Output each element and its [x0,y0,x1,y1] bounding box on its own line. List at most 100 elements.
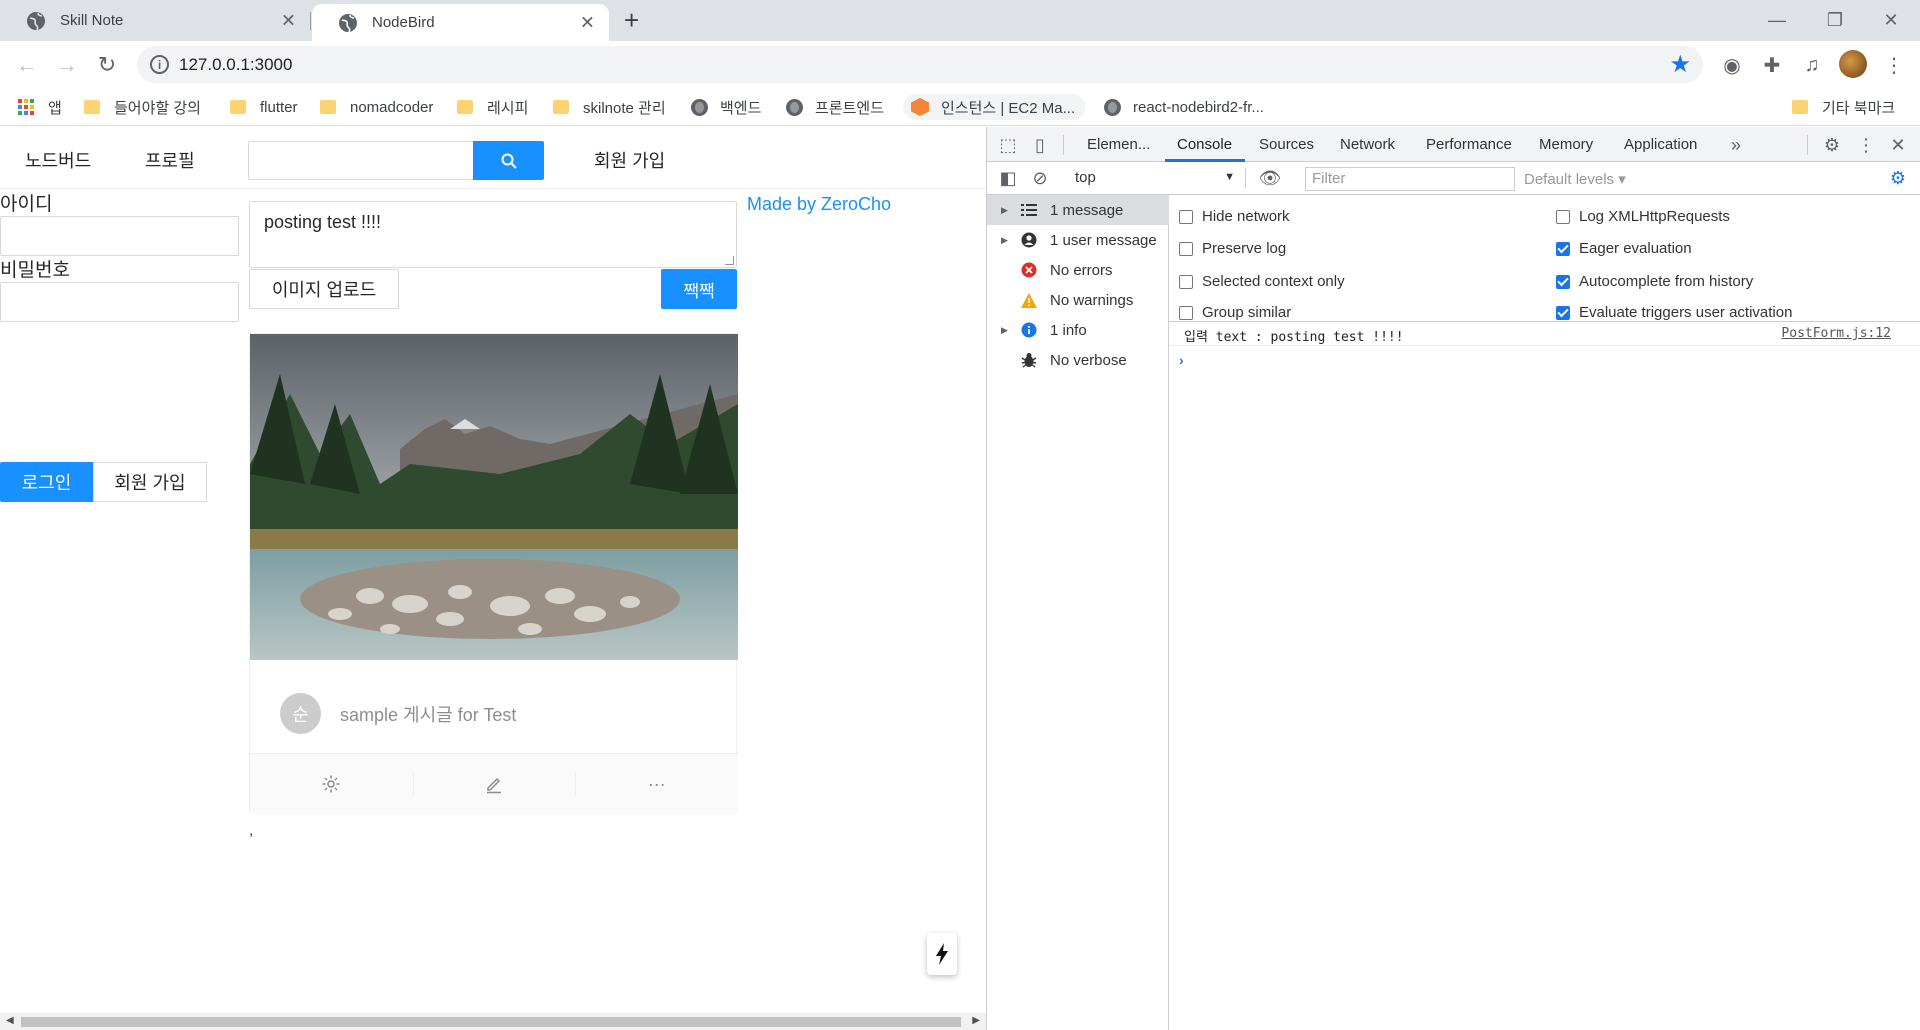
evaluate-triggers-checkbox[interactable]: Evaluate triggers user activation [1556,304,1792,321]
sidebar-item-errors[interactable]: No errors [987,255,1169,285]
scroll-left-icon[interactable]: ◀ [6,1015,14,1026]
close-devtools-icon[interactable]: ✕ [1887,134,1909,156]
reload-button[interactable]: ↻ [93,51,121,79]
password-input[interactable] [0,282,239,322]
post-textarea[interactable]: posting test !!!! [249,201,737,268]
context-selector[interactable]: top ▼ [1075,169,1235,186]
group-similar-checkbox[interactable]: Group similar [1179,304,1291,321]
checkbox[interactable] [1556,209,1570,224]
edit-action[interactable] [412,754,576,814]
restore-button[interactable]: ❐ [1806,0,1864,41]
image-upload-button[interactable]: 이미지 업로드 [249,269,399,309]
more-tabs-icon[interactable]: » [1725,134,1747,156]
submit-post-button[interactable]: 짹짹 [661,269,737,309]
back-button[interactable]: ← [13,51,41,79]
sidebar-item-messages[interactable]: ▶ 1 message [987,195,1169,225]
checkbox[interactable] [1556,241,1570,256]
settings-action[interactable] [250,754,413,814]
inspect-element-icon[interactable]: ⬚ [997,134,1019,156]
close-window-button[interactable]: ✕ [1862,0,1920,41]
bookmark-item[interactable]: skilnote 관리 [553,94,666,120]
log-levels-dropdown[interactable]: Default levels ▾ [1524,170,1626,188]
tab-performance[interactable]: Performance [1426,136,1512,153]
bookmark-other[interactable]: 기타 북마크 [1792,94,1895,120]
bookmark-item[interactable]: 레시피 [457,94,528,120]
media-control-icon[interactable]: ♫ [1798,51,1826,79]
post-image[interactable] [250,334,738,660]
console-prompt[interactable]: › [1179,352,1184,368]
menu-signup[interactable]: 회원 가입 [594,147,665,173]
bookmark-item[interactable]: 백엔드 [691,94,761,120]
scrollbar-thumb[interactable] [21,1017,961,1027]
search-button[interactable] [473,141,544,180]
checkbox[interactable] [1556,274,1570,289]
checkbox[interactable] [1179,305,1193,320]
address-bar[interactable]: i 127.0.0.1:3000 ★ [137,46,1703,83]
menu-profile[interactable]: 프로필 [145,147,195,173]
clear-console-icon[interactable]: ⊘ [1029,167,1051,189]
log-xhr-checkbox[interactable]: Log XMLHttpRequests [1556,208,1730,225]
bookmark-item[interactable]: 들어야할 강의 [84,94,201,120]
eye-icon[interactable]: 👁 [1259,167,1282,189]
globe-icon [339,13,357,32]
search-input[interactable] [248,141,473,180]
sidebar-toggle-icon[interactable]: ◧ [997,167,1019,189]
scroll-right-icon[interactable]: ▶ [972,1015,980,1026]
tab-network[interactable]: Network [1340,136,1395,153]
hide-network-checkbox[interactable]: Hide network [1179,208,1290,225]
new-tab-button[interactable]: + [624,6,639,34]
extension-icon[interactable]: ◉ [1718,51,1746,79]
bookmark-star-icon[interactable]: ★ [1669,50,1691,79]
id-input[interactable] [0,216,239,256]
expand-arrow-icon: ▶ [1001,204,1008,215]
sidebar-item-user-messages[interactable]: ▶ 1 user message [987,225,1169,255]
chrome-menu-icon[interactable]: ⋮ [1880,51,1908,79]
selected-context-checkbox[interactable]: Selected context only [1179,273,1345,290]
close-tab-icon[interactable]: ✕ [580,12,595,33]
bookmark-item[interactable]: react-nodebird2-fr... [1104,94,1264,120]
device-toolbar-icon[interactable]: ▯ [1029,134,1051,156]
tab-elements[interactable]: Elemen... [1087,136,1150,153]
checkbox[interactable] [1179,209,1193,224]
bookmark-item[interactable]: 프론트엔드 [786,94,884,120]
puzzle-icon[interactable]: ✚ [1758,51,1786,79]
menu-home[interactable]: 노드버드 [25,147,91,173]
bookmark-item[interactable]: 인스턴스 | EC2 Ma... [903,94,1086,120]
eager-evaluation-checkbox[interactable]: Eager evaluation [1556,240,1692,257]
search-icon [501,153,517,169]
checkbox[interactable] [1179,241,1193,256]
autocomplete-checkbox[interactable]: Autocomplete from history [1556,273,1753,290]
tab-console[interactable]: Console [1177,136,1232,153]
console-source-link[interactable]: PostForm.js:12 [1781,326,1891,341]
more-action[interactable]: ··· [575,754,738,814]
settings-gear-icon[interactable]: ⚙ [1821,134,1843,156]
bookmark-apps[interactable]: 앱 [18,94,62,120]
preserve-log-checkbox[interactable]: Preserve log [1179,240,1286,257]
tab-skill-note[interactable]: Skill Note ✕ [0,0,310,41]
login-button[interactable]: 로그인 [0,462,93,502]
filter-input[interactable]: Filter [1305,167,1515,191]
tab-sources[interactable]: Sources [1259,136,1314,153]
sidebar-item-warnings[interactable]: No warnings [987,285,1169,315]
sidebar-item-verbose[interactable]: No verbose [987,345,1169,375]
profile-avatar[interactable] [1839,50,1867,78]
info-icon[interactable]: i [150,55,169,74]
checkbox[interactable] [1556,305,1570,320]
tab-nodebird[interactable]: NodeBird ✕ [312,4,609,41]
customize-menu-icon[interactable]: ⋮ [1855,134,1877,156]
made-by-link[interactable]: Made by ZeroCho [747,194,891,215]
console-settings-icon[interactable]: ⚙ [1887,167,1909,189]
nextjs-indicator[interactable] [927,933,957,975]
sidebar-item-info[interactable]: ▶ 1 info [987,315,1169,345]
checkbox[interactable] [1179,274,1193,289]
minimize-button[interactable]: — [1748,0,1806,41]
signup-button[interactable]: 회원 가입 [93,462,207,502]
trailing-text: , [249,822,254,839]
bookmark-item[interactable]: nomadcoder [320,94,433,120]
horizontal-scrollbar[interactable]: ◀ ▶ [0,1013,986,1030]
bookmark-item[interactable]: flutter [230,94,298,120]
forward-button[interactable]: → [53,51,81,79]
tab-memory[interactable]: Memory [1539,136,1593,153]
tab-application[interactable]: Application [1624,136,1697,153]
close-tab-icon[interactable]: ✕ [281,10,296,31]
